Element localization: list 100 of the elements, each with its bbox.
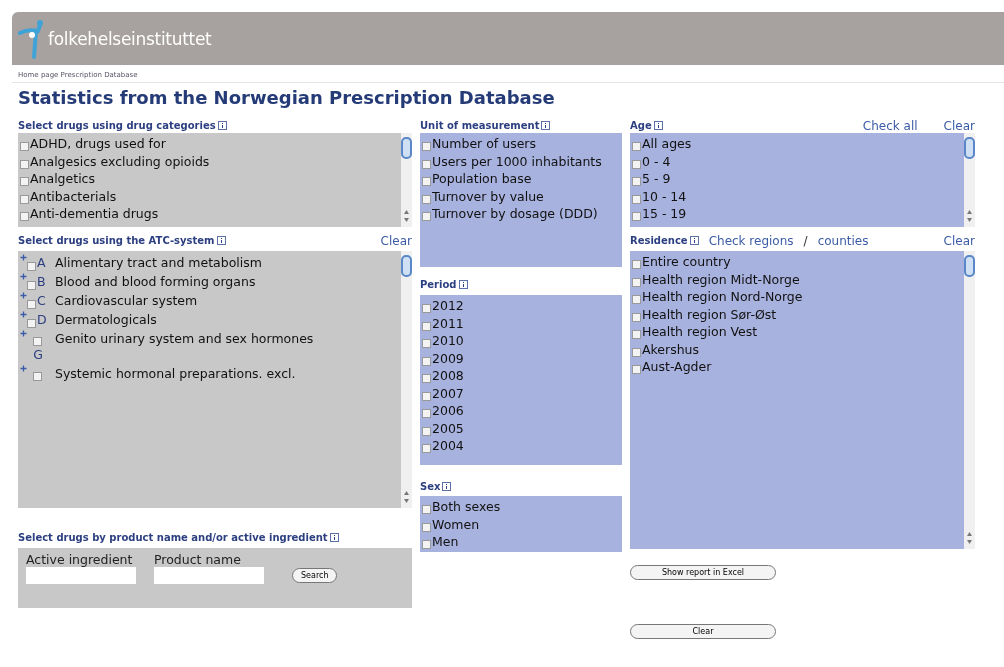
info-icon[interactable]	[653, 121, 663, 130]
checkbox[interactable]	[422, 177, 431, 186]
info-icon[interactable]	[217, 121, 227, 130]
info-icon[interactable]	[458, 280, 468, 289]
info-icon[interactable]	[541, 121, 551, 130]
option-label[interactable]: Number of users	[432, 135, 536, 153]
option-label[interactable]: Aust-Agder	[642, 358, 712, 376]
checkbox[interactable]	[422, 374, 431, 383]
checkbox[interactable]	[27, 261, 36, 271]
scroll-arrows-icon[interactable]	[404, 490, 409, 504]
checkbox[interactable]	[422, 339, 431, 348]
checkbox[interactable]	[632, 347, 641, 357]
checkbox[interactable]	[20, 212, 29, 221]
checkbox[interactable]	[422, 444, 431, 453]
checkbox[interactable]	[33, 372, 42, 381]
expand-plus-icon[interactable]	[20, 365, 27, 372]
atc-group-label[interactable]: Systemic hormonal preparations. excl.	[49, 365, 345, 382]
action-button[interactable]: Clear	[630, 624, 776, 639]
checkbox[interactable]	[422, 212, 431, 221]
scroll-arrows-icon[interactable]	[404, 209, 409, 223]
checkbox[interactable]	[422, 540, 431, 549]
scrollbar[interactable]	[964, 251, 975, 549]
checkbox[interactable]	[632, 177, 641, 186]
checkbox[interactable]	[422, 142, 431, 151]
scrollbar-thumb[interactable]	[964, 255, 975, 277]
option-label[interactable]: Health region Nord-Norge	[642, 288, 803, 306]
checkbox[interactable]	[20, 159, 29, 169]
atc-group-label[interactable]: Blood and blood forming organs	[49, 273, 345, 290]
checkbox[interactable]	[422, 321, 431, 331]
expand-plus-icon[interactable]	[20, 273, 27, 280]
scrollbar[interactable]	[401, 251, 412, 508]
option-label[interactable]: 2006	[432, 402, 464, 420]
option-label[interactable]: Akershus	[642, 340, 700, 358]
scrollbar-thumb[interactable]	[401, 255, 412, 277]
expand-plus-icon[interactable]	[20, 292, 27, 299]
atc-group-label[interactable]: Genito urinary system and sex hormones	[49, 330, 345, 347]
option-label[interactable]: 2011	[432, 314, 464, 332]
info-icon[interactable]	[216, 236, 226, 245]
expand-plus-icon[interactable]	[20, 254, 27, 261]
atc-group-label[interactable]: Alimentary tract and metabolism	[49, 254, 345, 271]
expand-plus-icon[interactable]	[20, 330, 27, 337]
checkbox[interactable]	[422, 391, 431, 401]
option-label[interactable]: Both sexes	[432, 498, 501, 516]
scrollbar-thumb[interactable]	[964, 137, 975, 159]
scrollbar-thumb[interactable]	[401, 137, 412, 159]
clear-link[interactable]: Clear	[943, 118, 975, 133]
option-label[interactable]: 10 - 14	[642, 187, 687, 205]
option-label[interactable]: 2009	[432, 349, 464, 367]
info-icon[interactable]	[329, 533, 339, 542]
action-button[interactable]: Show report in Excel	[630, 565, 776, 580]
option-label[interactable]: 2007	[432, 384, 464, 402]
checkbox[interactable]	[632, 194, 641, 204]
check-regions-link[interactable]: Check regions	[708, 233, 794, 248]
atc-group-label[interactable]: Dermatologicals	[49, 311, 345, 328]
atc-group-label[interactable]: Cardiovascular system	[49, 292, 345, 309]
checkbox[interactable]	[632, 365, 641, 374]
option-label[interactable]: 2008	[432, 367, 464, 385]
checkbox[interactable]	[422, 356, 431, 366]
option-label[interactable]: 2004	[432, 437, 464, 455]
option-label[interactable]: Women	[432, 515, 480, 533]
checkbox[interactable]	[422, 426, 431, 436]
scrollbar[interactable]	[401, 133, 412, 227]
option-label[interactable]: Anti-dementia drugs	[30, 205, 159, 223]
option-label[interactable]: Men	[432, 533, 459, 551]
checkbox[interactable]	[20, 194, 29, 204]
checkbox[interactable]	[27, 318, 36, 328]
checkbox[interactable]	[422, 194, 431, 204]
text-field[interactable]	[154, 567, 264, 584]
option-label[interactable]: 0 - 4	[642, 152, 671, 170]
checkbox[interactable]	[20, 177, 29, 186]
checkbox[interactable]	[632, 330, 641, 339]
option-label[interactable]: Antibacterials	[30, 187, 117, 205]
scrollbar[interactable]	[964, 133, 975, 227]
check-all-link[interactable]: Check all	[862, 118, 918, 133]
check-counties-link[interactable]: counties	[817, 233, 869, 248]
checkbox[interactable]	[422, 409, 431, 418]
checkbox[interactable]	[632, 260, 641, 269]
option-label[interactable]: Population base	[432, 170, 532, 188]
option-label[interactable]: 5 - 9	[642, 170, 671, 188]
checkbox[interactable]	[632, 212, 641, 221]
checkbox[interactable]	[422, 505, 431, 514]
expand-plus-icon[interactable]	[20, 311, 27, 318]
search-button[interactable]: Search	[292, 568, 338, 583]
scroll-arrows-icon[interactable]	[967, 209, 972, 223]
option-label[interactable]: 2005	[432, 419, 464, 437]
checkbox[interactable]	[632, 295, 641, 304]
clear-link[interactable]: Clear	[943, 233, 975, 248]
option-label[interactable]: Turnover by value	[432, 187, 544, 205]
checkbox[interactable]	[20, 142, 29, 151]
checkbox[interactable]	[632, 159, 641, 169]
logo-figure-icon[interactable]	[18, 18, 46, 59]
option-label[interactable]: Health region Vest	[642, 323, 758, 341]
text-field[interactable]	[26, 567, 136, 584]
checkbox[interactable]	[632, 277, 641, 287]
checkbox[interactable]	[632, 312, 641, 322]
info-icon[interactable]	[442, 482, 452, 491]
option-label[interactable]: All ages	[642, 135, 692, 153]
option-label[interactable]: 2012	[432, 297, 464, 315]
checkbox[interactable]	[422, 159, 431, 169]
info-icon[interactable]	[689, 236, 699, 245]
